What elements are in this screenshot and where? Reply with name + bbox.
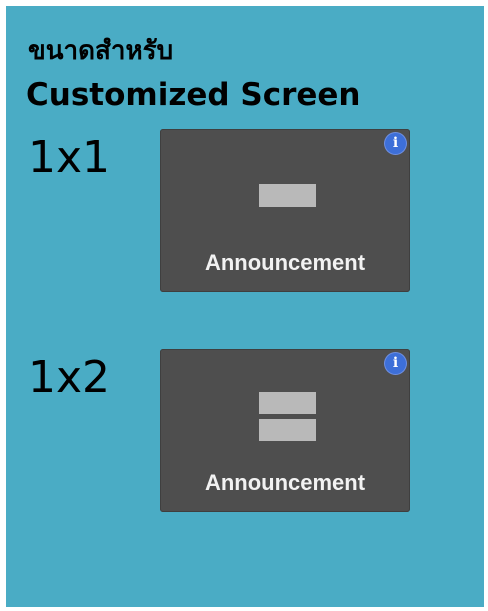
announcement-tile-1x2[interactable]: i Announcement bbox=[160, 349, 410, 512]
tile-label: Announcement bbox=[204, 250, 366, 275]
layout-block-bottom-icon bbox=[259, 419, 316, 441]
info-icon[interactable]: i bbox=[385, 353, 406, 374]
size-panel: ขนาดสำหรับ Customized Screen 1x1 i Annou… bbox=[6, 6, 484, 607]
size-label-1x2: 1x2 bbox=[28, 352, 111, 403]
tile-label: Announcement bbox=[204, 470, 366, 495]
layout-block-icon bbox=[259, 184, 316, 207]
announcement-tile-1x1[interactable]: i Announcement bbox=[160, 129, 410, 292]
panel-title-thai: ขนาดสำหรับ bbox=[28, 36, 174, 66]
size-label-1x1: 1x1 bbox=[28, 132, 111, 183]
layout-block-top-icon bbox=[259, 392, 316, 414]
panel-title-english: Customized Screen bbox=[26, 77, 361, 113]
info-icon[interactable]: i bbox=[385, 133, 406, 154]
